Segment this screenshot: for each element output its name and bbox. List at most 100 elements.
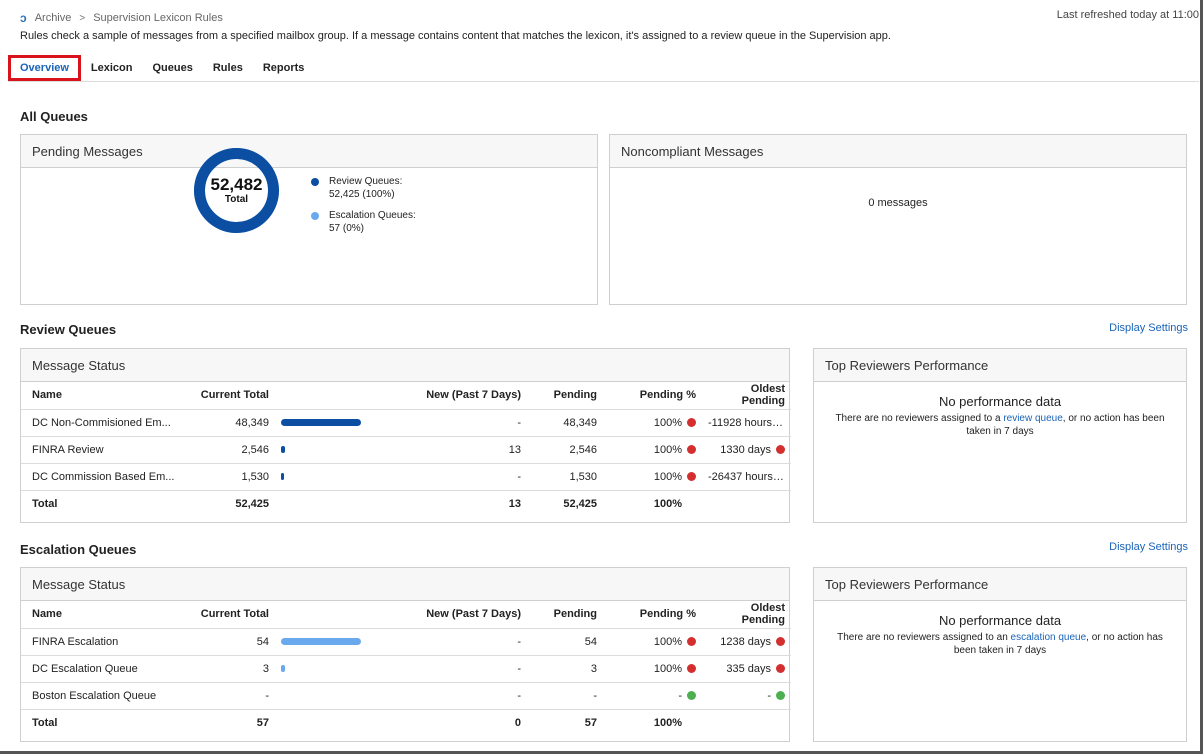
last-refreshed: Last refreshed today at 11:00	[1056, 9, 1199, 21]
escalation-perf-text-before: There are no reviewers assigned to an	[837, 632, 1011, 643]
legend-escalation-label: Escalation Queues:	[329, 210, 416, 221]
row-pending: 2,546	[527, 436, 603, 464]
tab-divider	[8, 81, 1199, 82]
row-bar-cell	[275, 655, 375, 683]
table-row[interactable]: DC Escalation Queue 3-3 100% 335 days	[21, 655, 791, 683]
row-volume-bar	[281, 473, 284, 481]
row-oldest-pending: 1238 days	[720, 635, 771, 648]
row-name[interactable]: FINRA Escalation	[21, 628, 191, 656]
row-pending-pct: 100%	[653, 443, 682, 456]
row-pending: 1,530	[527, 463, 603, 491]
col-oldest-pending[interactable]: Oldest Pending	[702, 382, 791, 410]
donut-center: 52,482 Total	[194, 148, 279, 233]
row-bar-cell	[275, 463, 375, 491]
all-queues-title: All Queues	[20, 109, 88, 124]
tab-bar: Overview Lexicon Queues Rules Reports	[8, 55, 314, 81]
escalation-queue-link[interactable]: escalation queue	[1011, 632, 1087, 643]
table-header-row: Name Current Total New (Past 7 Days) Pen…	[21, 382, 791, 410]
escalation-queues-title: Escalation Queues	[20, 542, 137, 557]
tab-queues[interactable]: Queues	[143, 55, 203, 81]
noncompliant-messages-panel: Noncompliant Messages 0 messages	[609, 134, 1187, 305]
col-name[interactable]: Name	[21, 601, 191, 629]
row-name[interactable]: DC Non-Commisioned Em...	[21, 409, 191, 437]
row-pending-pct-cell: 100%	[603, 436, 702, 464]
legend-item-review: Review Queues: 52,425 (100%)	[311, 175, 416, 201]
table-row[interactable]: DC Commission Based Em... 1,530-1,530 100%…	[21, 463, 791, 491]
pending-status-dot-icon	[687, 637, 696, 647]
table-header-row: Name Current Total New (Past 7 Days) Pen…	[21, 601, 791, 629]
row-current-total: 54	[191, 628, 275, 656]
review-top-reviewers-title: Top Reviewers Performance	[814, 349, 1186, 382]
escalation-perf-heading: No performance data	[938, 613, 1062, 628]
review-top-reviewers-panel: Top Reviewers Performance No performance…	[813, 348, 1187, 523]
escalation-message-status-panel: Message Status Name Current Total New (P…	[20, 567, 791, 742]
row-current-total: 3	[191, 655, 275, 683]
pending-messages-panel: Pending Messages 52,482 Total Review Que…	[20, 134, 598, 305]
legend-escalation-value: 57 (0%)	[329, 223, 365, 234]
row-pending-pct-cell: -	[603, 682, 702, 710]
col-new[interactable]: New (Past 7 Days)	[375, 382, 527, 410]
donut-total-label: Total	[224, 194, 249, 205]
review-perf-empty: No performance data There are no reviewe…	[814, 394, 1186, 438]
escalation-top-reviewers-panel: Top Reviewers Performance No performance…	[813, 567, 1187, 742]
tab-lexicon[interactable]: Lexicon	[81, 55, 143, 81]
tab-rules[interactable]: Rules	[203, 55, 253, 81]
escalation-perf-empty: No performance data There are no reviewe…	[814, 613, 1186, 657]
col-pending[interactable]: Pending	[527, 601, 603, 629]
table-row[interactable]: Boston Escalation Queue - - - - -	[21, 682, 791, 710]
pending-status-dot-icon	[687, 691, 696, 701]
tab-overview[interactable]: Overview	[8, 55, 81, 81]
row-pending-pct: -	[678, 689, 682, 702]
escalation-display-settings-link[interactable]: Display Settings	[1109, 541, 1188, 553]
page-description: Rules check a sample of messages from a …	[20, 30, 891, 42]
breadcrumb-archive[interactable]: Archive	[35, 12, 72, 24]
row-pending-pct-cell: 100%	[603, 655, 702, 683]
total-bar-spacer	[275, 490, 375, 517]
review-perf-text: There are no reviewers assigned to a rev…	[814, 412, 1186, 438]
table-row[interactable]: FINRA Review 2,546 13 2,546 100% 1330 days	[21, 436, 791, 464]
noncompliant-messages-title: Noncompliant Messages	[610, 135, 1186, 168]
row-name[interactable]: DC Commission Based Em...	[21, 463, 191, 491]
tab-reports[interactable]: Reports	[253, 55, 315, 81]
col-pending[interactable]: Pending	[527, 382, 603, 410]
total-pending: 57	[584, 716, 597, 729]
review-perf-heading: No performance data	[938, 394, 1062, 409]
table-row[interactable]: DC Non-Commisioned Em... 48,349-48,349 100…	[21, 409, 791, 437]
col-current-total[interactable]: Current Total	[191, 382, 275, 410]
review-display-settings-link[interactable]: Display Settings	[1109, 322, 1188, 334]
col-new[interactable]: New (Past 7 Days)	[375, 601, 527, 629]
legend-dot-review	[311, 178, 319, 186]
row-name[interactable]: DC Escalation Queue	[21, 655, 191, 683]
col-pending-pct[interactable]: Pending %	[603, 382, 702, 410]
review-table-body: DC Non-Commisioned Em... 48,349-48,349 100…	[21, 409, 791, 517]
total-new: 0	[514, 716, 521, 729]
row-pending: 3	[527, 655, 603, 683]
row-name[interactable]: FINRA Review	[21, 436, 191, 464]
col-bar-spacer	[275, 601, 375, 629]
review-queue-link[interactable]: review queue	[1003, 413, 1062, 424]
review-perf-text-before: There are no reviewers assigned to a	[835, 413, 1004, 424]
row-pending-pct-cell: 100%	[603, 628, 702, 656]
oldest-status-dot-icon	[776, 637, 785, 647]
row-new: -	[375, 463, 527, 491]
row-current-total: 1,530	[191, 463, 275, 491]
row-pending: -	[527, 682, 603, 710]
col-oldest-pending[interactable]: Oldest Pending	[702, 601, 791, 629]
row-new: 13	[375, 436, 527, 464]
col-pending-pct[interactable]: Pending %	[603, 601, 702, 629]
row-new: -	[375, 628, 527, 656]
col-current-total[interactable]: Current Total	[191, 601, 275, 629]
row-name[interactable]: Boston Escalation Queue	[21, 682, 191, 710]
row-oldest-pending: 1330 days	[720, 443, 771, 456]
row-pending: 48,349	[527, 409, 603, 437]
legend-text-escalation: Escalation Queues: 57 (0%)	[329, 209, 416, 235]
row-current-total: -	[191, 682, 275, 710]
row-volume-bar	[281, 638, 361, 646]
donut-legend: Review Queues: 52,425 (100%) Escalation …	[311, 175, 416, 243]
row-volume-bar	[281, 419, 361, 427]
row-volume-bar	[281, 446, 285, 454]
table-row[interactable]: FINRA Escalation 54-54 100% 1238 days	[21, 628, 791, 656]
col-name[interactable]: Name	[21, 382, 191, 410]
row-pending: 54	[527, 628, 603, 656]
row-bar-cell	[275, 682, 375, 710]
